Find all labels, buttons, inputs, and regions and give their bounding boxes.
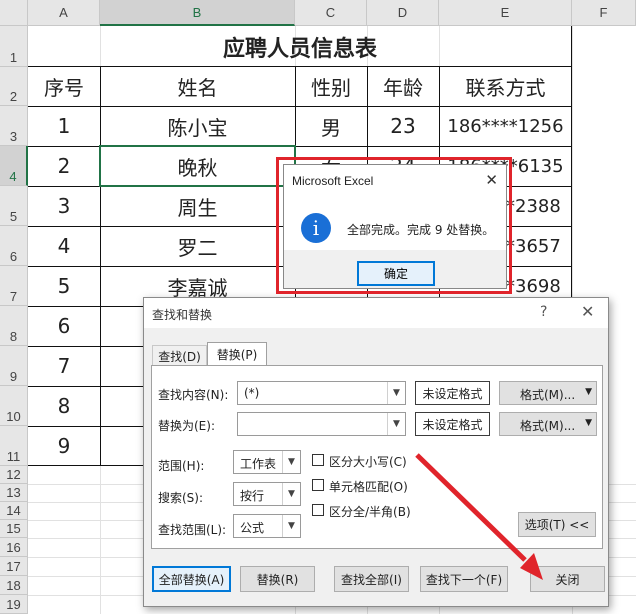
- chevron-down-icon: ▼: [585, 418, 592, 428]
- entire-cell-label[interactable]: 单元格匹配(O): [329, 478, 408, 495]
- dialog-title: 查找和替换: [152, 308, 213, 322]
- row-header-6[interactable]: 6: [0, 226, 28, 266]
- row-header-12[interactable]: 12: [0, 466, 28, 484]
- table-cell[interactable]: 186****1256: [439, 106, 572, 146]
- help-icon[interactable]: ?: [540, 304, 547, 320]
- byte-width-checkbox[interactable]: [312, 504, 324, 516]
- find-format-preview: 未设定格式: [415, 381, 490, 405]
- row-header-11[interactable]: 11: [0, 426, 28, 466]
- row-header-8[interactable]: 8: [0, 306, 28, 346]
- table-cell[interactable]: 23: [367, 106, 439, 146]
- row-header-16[interactable]: 16: [0, 538, 28, 557]
- table-cell[interactable]: 8: [28, 386, 100, 426]
- row-header-18[interactable]: 18: [0, 576, 28, 595]
- column-header-c[interactable]: C: [295, 0, 367, 26]
- row-header-19[interactable]: 19: [0, 595, 28, 614]
- chevron-down-icon: ▼: [282, 483, 300, 505]
- chevron-down-icon[interactable]: ▼: [387, 382, 405, 404]
- table-cell[interactable]: 3: [28, 186, 100, 226]
- tab-find[interactable]: 查找(D): [152, 345, 207, 366]
- column-header-f[interactable]: F: [572, 0, 636, 26]
- table-cell[interactable]: 男: [295, 106, 367, 146]
- active-cell-outline: [99, 145, 296, 187]
- highlight-box: [276, 157, 512, 294]
- close-button[interactable]: 关闭: [530, 566, 605, 592]
- table-cell[interactable]: 5: [28, 266, 100, 306]
- table-cell[interactable]: 7: [28, 346, 100, 386]
- table-cell[interactable]: *3657: [506, 226, 572, 266]
- close-icon[interactable]: ✕: [581, 302, 594, 321]
- find-replace-dialog: 查找和替换 ? ✕ 查找(D) 替换(P) 查找内容(N): (*) ▼ 未设定…: [143, 297, 609, 607]
- look-in-select[interactable]: 公式 ▼: [233, 514, 301, 538]
- replace-all-button[interactable]: 全部替换(A): [152, 566, 231, 592]
- within-select[interactable]: 工作表 ▼: [233, 450, 301, 474]
- find-next-button[interactable]: 查找下一个(F): [420, 566, 508, 592]
- column-header-e[interactable]: E: [439, 0, 572, 26]
- within-label: 范围(H):: [158, 459, 205, 473]
- tab-replace[interactable]: 替换(P): [207, 342, 267, 366]
- row-header-15[interactable]: 15: [0, 520, 28, 538]
- match-case-checkbox[interactable]: [312, 454, 324, 466]
- replace-format-preview: 未设定格式: [415, 412, 490, 436]
- header-age: 年龄: [383, 76, 423, 100]
- row-header-9[interactable]: 9: [0, 346, 28, 386]
- table-cell[interactable]: *2388: [506, 186, 572, 226]
- replace-with-input[interactable]: ▼: [237, 412, 406, 436]
- replace-button[interactable]: 替换(R): [240, 566, 315, 592]
- table-cell[interactable]: 2: [28, 146, 100, 186]
- options-button[interactable]: 选项(T) <<: [518, 512, 596, 537]
- search-label: 搜索(S):: [158, 491, 204, 505]
- find-format-button[interactable]: 格式(M)... ▼: [499, 381, 597, 405]
- header-index: 序号: [44, 76, 84, 100]
- chevron-down-icon: ▼: [585, 387, 592, 397]
- row-header-7[interactable]: 7: [0, 266, 28, 306]
- row-header-5[interactable]: 5: [0, 186, 28, 226]
- dialog-titlebar[interactable]: 查找和替换 ? ✕: [144, 298, 608, 328]
- row-header-1[interactable]: 1: [0, 26, 28, 67]
- replace-format-button[interactable]: 格式(M)... ▼: [499, 412, 597, 436]
- chevron-down-icon: ▼: [282, 451, 300, 473]
- select-all-corner[interactable]: [0, 0, 28, 26]
- row-header-3[interactable]: 3: [0, 106, 28, 146]
- column-header-a[interactable]: A: [28, 0, 100, 26]
- match-case-label[interactable]: 区分大小写(C): [329, 453, 407, 470]
- table-cell[interactable]: 罗二: [100, 226, 295, 266]
- chevron-down-icon[interactable]: ▼: [387, 413, 405, 435]
- row-header-14[interactable]: 14: [0, 502, 28, 520]
- look-in-label: 查找范围(L):: [158, 523, 227, 537]
- header-name: 姓名: [177, 76, 218, 100]
- table-cell[interactable]: 周生: [100, 186, 295, 226]
- row-header-13[interactable]: 13: [0, 484, 28, 502]
- search-select[interactable]: 按行 ▼: [233, 482, 301, 506]
- header-gender: 性别: [311, 76, 351, 100]
- table-cell[interactable]: 陈小宝: [100, 106, 295, 146]
- table-cell[interactable]: 6: [28, 306, 100, 346]
- byte-width-label[interactable]: 区分全/半角(B): [329, 503, 411, 520]
- table-cell[interactable]: 1: [28, 106, 100, 146]
- chevron-down-icon: ▼: [282, 515, 300, 537]
- table-cell[interactable]: 9: [28, 426, 100, 466]
- row-header-2[interactable]: 2: [0, 67, 28, 106]
- entire-cell-checkbox[interactable]: [312, 479, 324, 491]
- replace-with-label: 替换为(E):: [158, 419, 215, 433]
- column-header-d[interactable]: D: [367, 0, 439, 26]
- table-cell[interactable]: 4: [28, 226, 100, 266]
- column-header-b[interactable]: B: [100, 0, 295, 26]
- find-what-label: 查找内容(N):: [158, 388, 229, 402]
- table-title: 应聘人员信息表: [222, 36, 377, 62]
- row-header-10[interactable]: 10: [0, 386, 28, 426]
- find-what-input[interactable]: (*) ▼: [237, 381, 406, 405]
- header-contact: 联系方式: [465, 76, 546, 100]
- row-header-4[interactable]: 4: [0, 146, 28, 186]
- row-header-17[interactable]: 17: [0, 557, 28, 576]
- find-all-button[interactable]: 查找全部(I): [334, 566, 409, 592]
